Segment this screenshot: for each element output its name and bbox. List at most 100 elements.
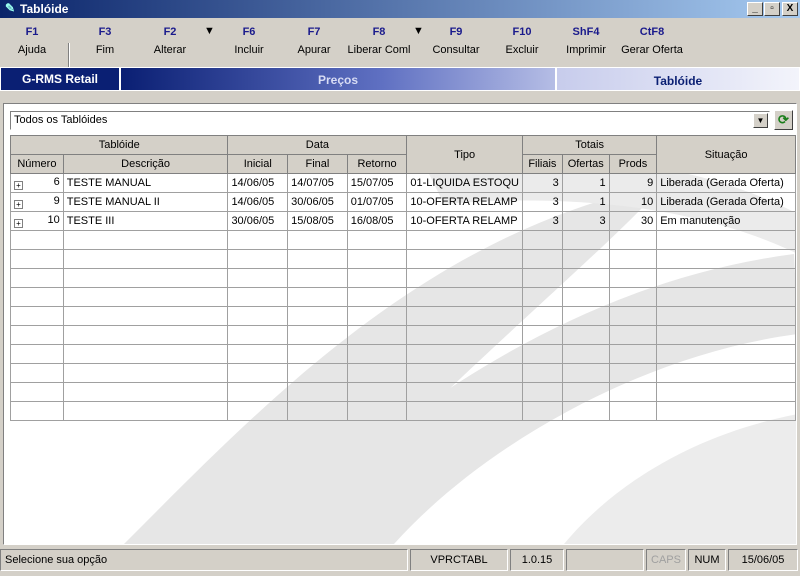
app-name: G-RMS Retail [1,68,119,90]
row-number-cell: +6 [10,173,64,193]
generate-offer-button[interactable]: CtF8 Gerar Oferta [619,25,685,57]
chevron-down-icon[interactable]: ▼ [753,113,768,128]
row-description: TESTE III [62,211,229,231]
print-button[interactable]: ShF4 Imprimir [564,25,608,57]
empty-row [10,401,796,421]
row-type: 10-OFERTA RELAMP [406,192,523,212]
tabloid-table: Tablóide Data Tipo Totais Situação Númer… [9,135,796,421]
row-return-date: 01/07/05 [346,192,408,212]
main-panel: Todos os Tablóides ▼ ⟳ Tablóide Data Tip… [3,103,797,545]
column-header-start[interactable]: Inicial [227,154,289,174]
calculate-button[interactable]: F7 Apurar [292,25,336,57]
row-start-date: 14/06/05 [227,192,289,212]
generate-offer-label: Gerar Oferta [621,44,683,56]
tabloid-filter-select[interactable]: Todos os Tablóides ▼ [10,111,770,130]
delete-key: F10 [512,26,532,38]
empty-row [10,230,796,250]
window-title: Tablóide [20,2,69,16]
expand-icon[interactable]: + [14,181,23,190]
row-return-date: 15/07/05 [346,173,408,193]
include-label: Incluir [234,44,264,56]
row-type: 10-OFERTA RELAMP [406,211,523,231]
expand-icon[interactable]: + [14,219,23,228]
empty-row [10,382,796,402]
exit-label: Fim [95,44,115,56]
empty-row [10,287,796,307]
row-status: Liberada (Gerada Oferta) [656,192,796,212]
help-label: Ajuda [17,44,47,56]
row-end-date: 15/08/05 [287,211,348,231]
status-message: Selecione sua opção [0,549,408,571]
row-branches: 3 [521,173,563,193]
column-header-type[interactable]: Tipo [406,135,523,174]
row-status: Liberada (Gerada Oferta) [656,173,796,193]
title-bar: ✎ Tablóide _ ▫ X [0,0,800,18]
column-header-number[interactable]: Número [10,154,64,174]
edit-dropdown-arrow-icon[interactable]: ▼ [204,25,215,37]
function-toolbar: F1 Ajuda F3 Fim F2 Alterar ▼ F6 Incluir … [0,19,800,85]
print-key: ShF4 [572,26,600,38]
group-header-tabloid: Tablóide [9,135,229,155]
tabloid-filter-value: Todos os Tablóides [14,114,108,126]
module-name: Preços [121,68,555,90]
column-header-products[interactable]: Prods [608,154,658,174]
row-end-date: 14/07/05 [287,173,348,193]
exit-key: F3 [98,26,112,38]
table-row[interactable]: +6 TESTE MANUAL 14/06/05 14/07/05 15/07/… [10,173,796,193]
minimize-button[interactable]: _ [747,2,763,16]
release-button[interactable]: F8 Liberar Coml [346,25,412,57]
include-key: F6 [242,26,256,38]
row-number: 9 [53,195,60,207]
release-dropdown-arrow-icon[interactable]: ▼ [413,25,424,37]
column-header-end[interactable]: Final [287,154,348,174]
calculate-key: F7 [307,26,321,38]
app-icon: ✎ [4,1,16,15]
row-offers: 1 [561,192,610,212]
print-label: Imprimir [566,44,606,56]
include-button[interactable]: F6 Incluir [226,25,272,57]
status-bar: Selecione sua opção VPRCTABL 1.0.15 CAPS… [0,549,800,573]
help-button[interactable]: F1 Ajuda [12,25,52,57]
row-number-cell: +10 [10,211,64,231]
delete-button[interactable]: F10 Excluir [501,25,543,57]
group-header-date: Data [227,135,408,155]
empty-row [10,344,796,364]
status-extra [566,549,644,571]
edit-key: F2 [163,26,177,38]
exit-button[interactable]: F3 Fim [85,25,125,57]
column-header-description[interactable]: Descrição [62,154,229,174]
status-program: VPRCTABL [410,549,508,571]
refresh-icon[interactable]: ⟳ [774,110,793,130]
screen-name: Tablóide [557,68,799,90]
column-header-offers[interactable]: Ofertas [561,154,610,174]
status-date: 15/06/05 [728,549,798,571]
row-products: 9 [608,173,658,193]
expand-icon[interactable]: + [14,200,23,209]
row-start-date: 30/06/05 [227,211,289,231]
delete-label: Excluir [505,44,539,56]
status-num: NUM [688,549,726,571]
empty-row [10,325,796,345]
close-button[interactable]: X [782,2,798,16]
group-header-totals: Totais [521,135,658,155]
restore-button[interactable]: ▫ [764,2,780,16]
column-header-branches[interactable]: Filiais [521,154,563,174]
row-start-date: 14/06/05 [227,173,289,193]
table-row[interactable]: +10 TESTE III 30/06/05 15/08/05 16/08/05… [10,211,796,231]
row-products: 30 [608,211,658,231]
query-button[interactable]: F9 Consultar [430,25,482,57]
release-key: F8 [372,26,386,38]
edit-button[interactable]: F2 Alterar [145,25,195,57]
row-offers: 1 [561,173,610,193]
table-row[interactable]: +9 TESTE MANUAL II 14/06/05 30/06/05 01/… [10,192,796,212]
column-header-return[interactable]: Retorno [346,154,408,174]
column-header-status[interactable]: Situação [656,135,796,174]
empty-row [10,268,796,288]
module-banner: G-RMS Retail Preços Tablóide [0,67,800,91]
empty-row [10,306,796,326]
row-branches: 3 [521,192,563,212]
help-key: F1 [25,26,39,38]
status-version: 1.0.15 [510,549,564,571]
row-description: TESTE MANUAL II [62,192,229,212]
release-label: Liberar Coml [347,44,411,56]
